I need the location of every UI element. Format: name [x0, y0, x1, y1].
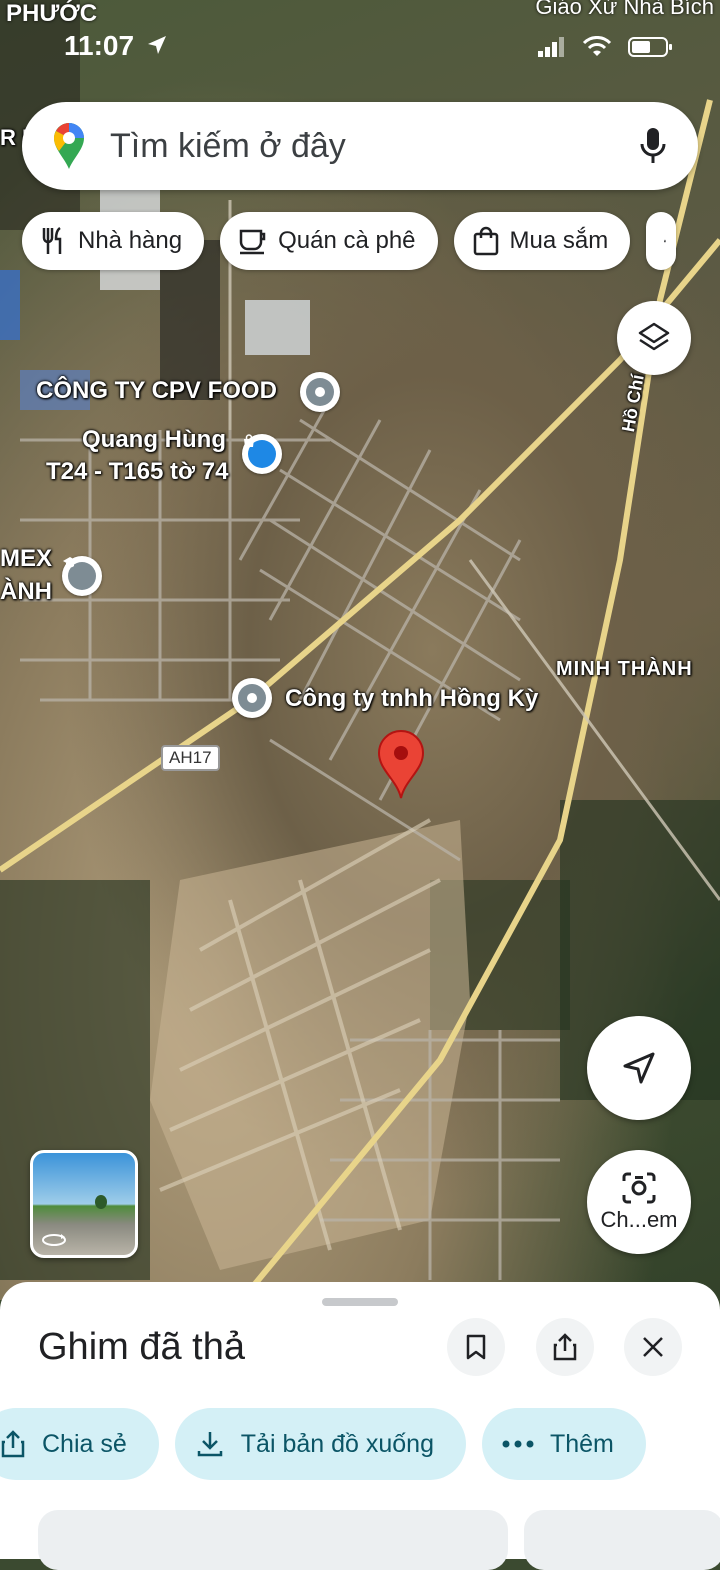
chip-coffee[interactable]: Quán cà phê [220, 212, 438, 270]
tree-decoration [95, 1195, 107, 1209]
chip-restaurants-label: Nhà hàng [78, 227, 183, 254]
poi-cpv-food-marker[interactable] [300, 372, 340, 412]
close-button[interactable] [624, 1318, 682, 1376]
category-chips: Nhà hàng Quán cà phê Mua sắm [22, 212, 677, 270]
chip-coffee-label: Quán cà phê [278, 227, 416, 254]
camera-icon [622, 1172, 656, 1204]
layers-icon [638, 322, 670, 351]
label-cpv-food: CÔNG TY CPV FOOD [36, 377, 277, 404]
more-dots-icon [502, 1440, 534, 1448]
gas-station-icon [664, 239, 666, 243]
route-shield-ah17: AH17 [161, 745, 220, 771]
info-card-left[interactable] [38, 1510, 508, 1570]
close-icon [643, 1337, 663, 1357]
dropped-pin-icon[interactable] [376, 730, 426, 800]
search-bar[interactable]: Tìm kiếm ở đây [22, 102, 698, 190]
label-mex: MEX [0, 545, 53, 572]
more-label: Thêm [549, 1429, 614, 1458]
school-icon [63, 557, 77, 568]
location-arrow-icon [148, 36, 166, 54]
more-button[interactable]: Thêm [481, 1408, 646, 1480]
label-quang-hung: Quang Hùng [82, 426, 226, 453]
share-pill-button[interactable]: Chia sẻ [0, 1408, 159, 1480]
map-label-giao-xu: Giáo Xứ Nhà Bích [535, 0, 714, 19]
chip-shopping[interactable]: Mua sắm [453, 212, 631, 270]
rotate-360-icon [42, 1234, 66, 1246]
restaurant-icon [42, 226, 62, 254]
chip-gas-partial[interactable] [646, 212, 677, 270]
signal-icon [538, 37, 564, 57]
poi-hong-ky-marker[interactable] [232, 678, 272, 718]
map-label-phuoc: PHƯỚC [6, 0, 98, 27]
action-pills: Chia sẻ Tải bản đồ xuống Thêm [0, 1408, 646, 1480]
camera-search-button[interactable]: Ch...em [587, 1150, 691, 1254]
label-hong-ky: Công ty tnhh Hồng Kỳ [285, 685, 539, 712]
battery-icon [628, 37, 672, 57]
chip-shopping-label: Mua sắm [509, 227, 609, 254]
navigation-arrow-icon [623, 1052, 655, 1084]
share-pill-label: Chia sẻ [42, 1429, 127, 1458]
download-map-button[interactable]: Tải bản đồ xuống [174, 1408, 466, 1480]
layers-button[interactable] [617, 301, 691, 375]
poi-school-marker[interactable] [62, 556, 102, 596]
info-card-right[interactable] [524, 1510, 720, 1570]
download-map-label: Tải bản đồ xuống [240, 1429, 434, 1458]
share-icon [553, 1333, 577, 1361]
share-icon [1, 1430, 25, 1458]
street-view-thumbnail[interactable] [30, 1150, 138, 1258]
drag-handle[interactable] [322, 1298, 398, 1306]
my-location-button[interactable] [587, 1016, 691, 1120]
google-maps-logo-icon [54, 123, 84, 169]
status-time: 11:07 [64, 30, 135, 61]
poi-quang-hung-marker[interactable] [242, 434, 282, 474]
bottom-sheet[interactable]: Ghim đã thả Chia sẻ Tải bản đồ xuống Thê… [0, 1282, 720, 1570]
coffee-icon [239, 229, 266, 255]
bookmark-icon [466, 1334, 486, 1360]
sheet-title: Ghim đã thả [38, 1326, 245, 1368]
shopping-bag-icon [244, 434, 254, 447]
microphone-icon[interactable] [638, 126, 668, 166]
shopping-bag-icon [473, 226, 498, 256]
chip-restaurants[interactable]: Nhà hàng [22, 212, 205, 270]
camera-button-label: Ch...em [600, 1207, 678, 1232]
download-icon [197, 1432, 223, 1457]
label-quang-hung-lot: T24 - T165 tờ 74 [46, 458, 229, 485]
label-minh-thanh: MINH THÀNH [556, 658, 693, 680]
save-button[interactable] [447, 1318, 505, 1376]
share-top-button[interactable] [536, 1318, 594, 1376]
label-anh: ÀNH [0, 578, 52, 605]
search-input[interactable]: Tìm kiếm ở đây [110, 127, 638, 166]
wifi-icon [582, 36, 612, 56]
status-bar: PHƯỚC Giáo Xứ Nhà Bích 11:07 [0, 0, 720, 70]
